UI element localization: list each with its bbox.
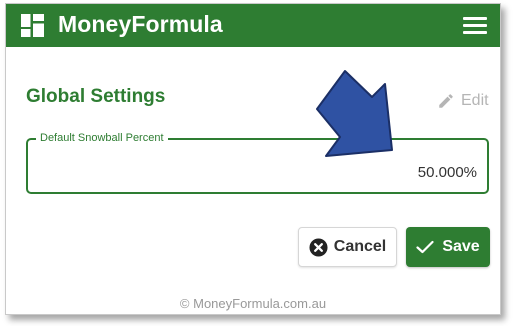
app-title: MoneyFormula (58, 11, 223, 37)
dashboard-grid-icon (21, 14, 44, 37)
edit-button[interactable]: Edit (437, 92, 489, 110)
cancel-label: Cancel (333, 238, 387, 255)
cancel-circle-icon (309, 237, 328, 257)
field-value[interactable]: 50.000% (418, 164, 477, 181)
app-bar: MoneyFormula (6, 4, 500, 47)
default-snowball-percent-field[interactable]: Default Snowball Percent 50.000% (26, 132, 489, 194)
hamburger-menu-icon[interactable] (463, 17, 487, 35)
pencil-icon (439, 94, 453, 108)
edit-label: Edit (461, 92, 489, 109)
footer-copyright: © MoneyFormula.com.au (179, 296, 327, 311)
field-label: Default Snowball Percent (36, 132, 168, 144)
app-window: MoneyFormula Global Settings Edit Defaul… (5, 3, 501, 315)
checkmark-icon (416, 240, 434, 254)
page-title: Global Settings (26, 86, 166, 107)
save-button[interactable]: Save (406, 227, 490, 267)
cancel-button[interactable]: Cancel (298, 227, 397, 267)
save-label: Save (442, 238, 480, 255)
